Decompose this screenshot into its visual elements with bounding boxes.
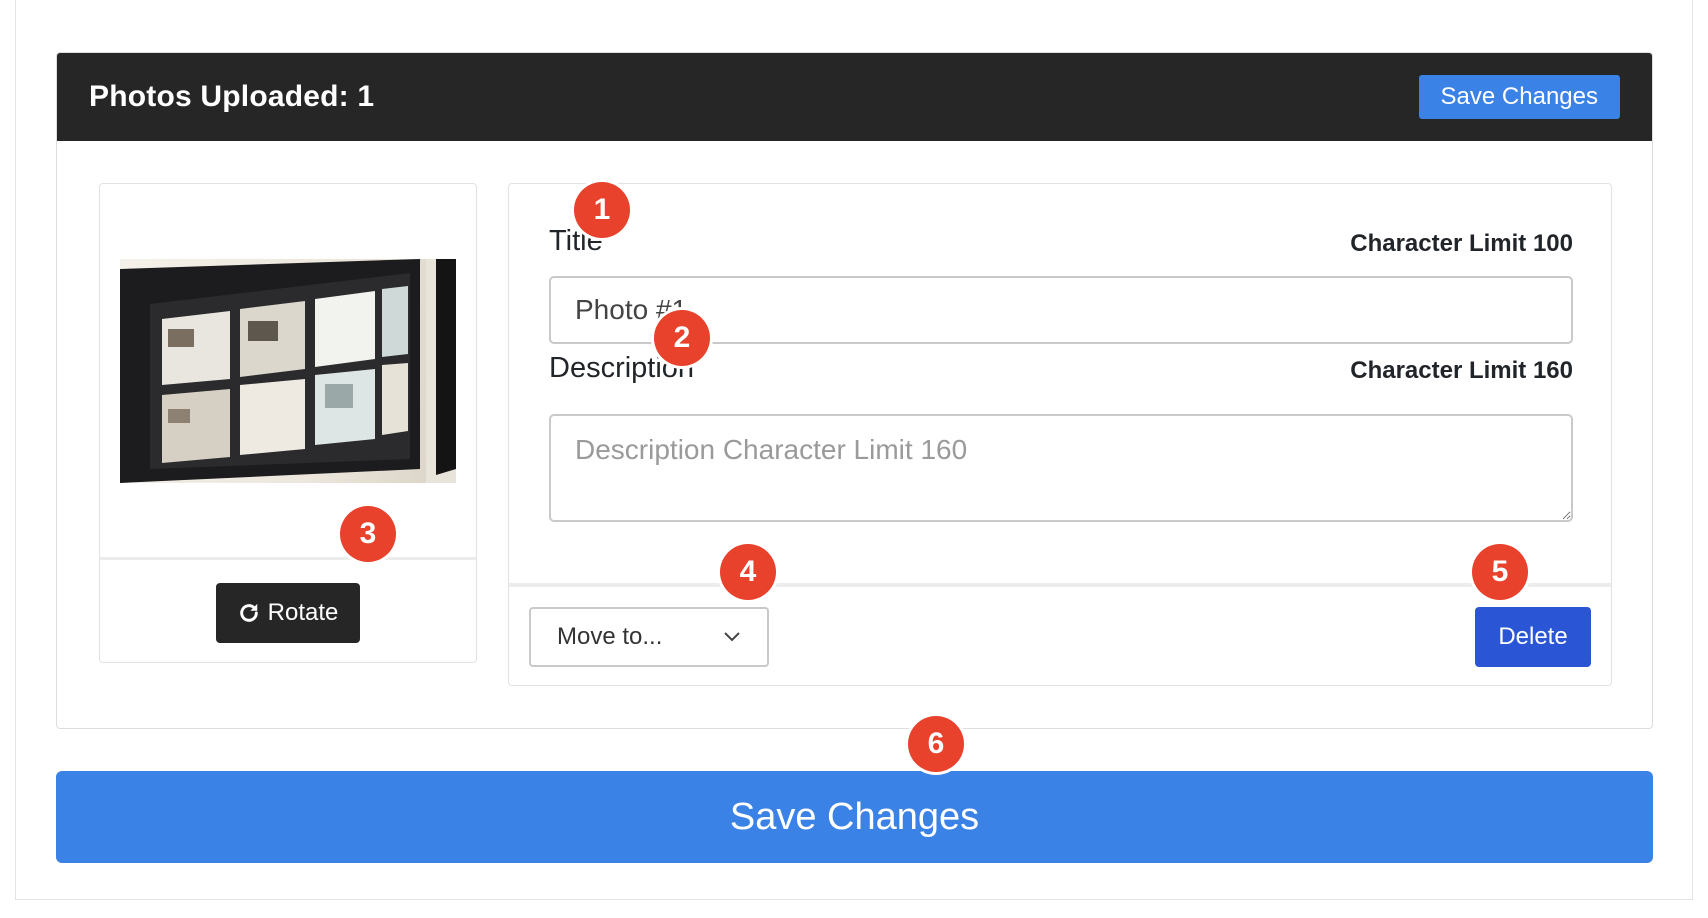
delete-button[interactable]: Delete: [1475, 607, 1591, 667]
title-char-limit: Character Limit 100: [1350, 230, 1573, 257]
photo-wrapper: [100, 184, 476, 560]
annotation-marker-6: 6: [908, 716, 964, 772]
photo-actions: Rotate: [100, 563, 476, 663]
photos-card: Photos Uploaded: 1 Save Changes Rotate T…: [56, 52, 1653, 729]
save-changes-label: Save Changes: [729, 795, 980, 838]
annotation-marker-1: 1: [574, 182, 630, 238]
photo-thumbnail: [120, 258, 456, 483]
save-changes-button[interactable]: Save Changes: [56, 771, 1653, 863]
rotate-cw-icon: [239, 603, 258, 622]
header-save-button[interactable]: Save Changes: [1418, 75, 1620, 119]
move-to-selected-value: Move to...: [557, 623, 663, 650]
monitor-photo-image: [120, 258, 456, 483]
annotation-marker-4: 4: [720, 544, 776, 600]
rotate-label: Rotate: [267, 599, 339, 626]
annotation-marker-5: 5: [1472, 544, 1528, 600]
move-to-select[interactable]: Move to...: [529, 607, 769, 667]
form-footer: Move to... Delete: [509, 583, 1611, 687]
page-title: Photos Uploaded: 1: [89, 80, 375, 113]
card-header: Photos Uploaded: 1 Save Changes: [57, 53, 1652, 141]
photo-thumbnail-panel: Rotate: [99, 183, 477, 663]
annotation-marker-3: 3: [340, 506, 396, 562]
title-label-row: Title Character Limit 100: [549, 224, 1573, 258]
chevron-down-icon: [724, 632, 740, 642]
description-char-limit: Character Limit 160: [1350, 357, 1573, 384]
rotate-button[interactable]: Rotate: [216, 583, 360, 643]
photo-details-form: Title Character Limit 100 Description Ch…: [508, 183, 1612, 686]
annotation-marker-2: 2: [654, 310, 710, 366]
description-textarea[interactable]: [549, 414, 1573, 522]
